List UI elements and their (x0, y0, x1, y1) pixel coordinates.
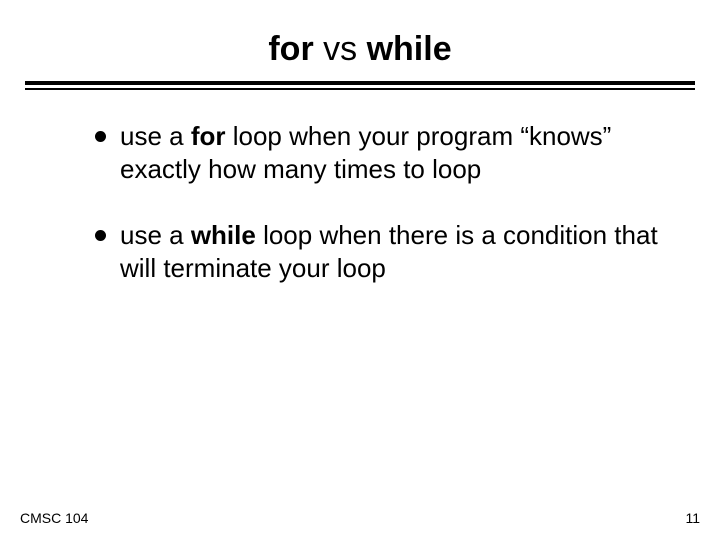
title-divider (25, 81, 695, 90)
title-part-while: while (367, 30, 452, 68)
title-part-vs: vs (314, 30, 367, 68)
bullet-icon (95, 230, 106, 241)
slide-title: for vs while (0, 0, 720, 81)
bullet-text: use a while loop when there is a conditi… (120, 219, 660, 284)
footer-page-number: 11 (685, 510, 700, 526)
bullet-icon (95, 131, 106, 142)
list-item: use a while loop when there is a conditi… (95, 219, 660, 284)
text-bold: for (191, 121, 226, 151)
text-pre: use a (120, 220, 191, 250)
footer-course: CMSC 104 (20, 510, 88, 526)
divider-thick (25, 81, 695, 85)
title-part-for: for (268, 30, 313, 68)
text-bold: while (191, 220, 256, 250)
text-pre: use a (120, 121, 191, 151)
content-area: use a for loop when your program “knows”… (0, 90, 720, 284)
list-item: use a for loop when your program “knows”… (95, 120, 660, 185)
bullet-text: use a for loop when your program “knows”… (120, 120, 660, 185)
slide: for vs while use a for loop when your pr… (0, 0, 720, 540)
